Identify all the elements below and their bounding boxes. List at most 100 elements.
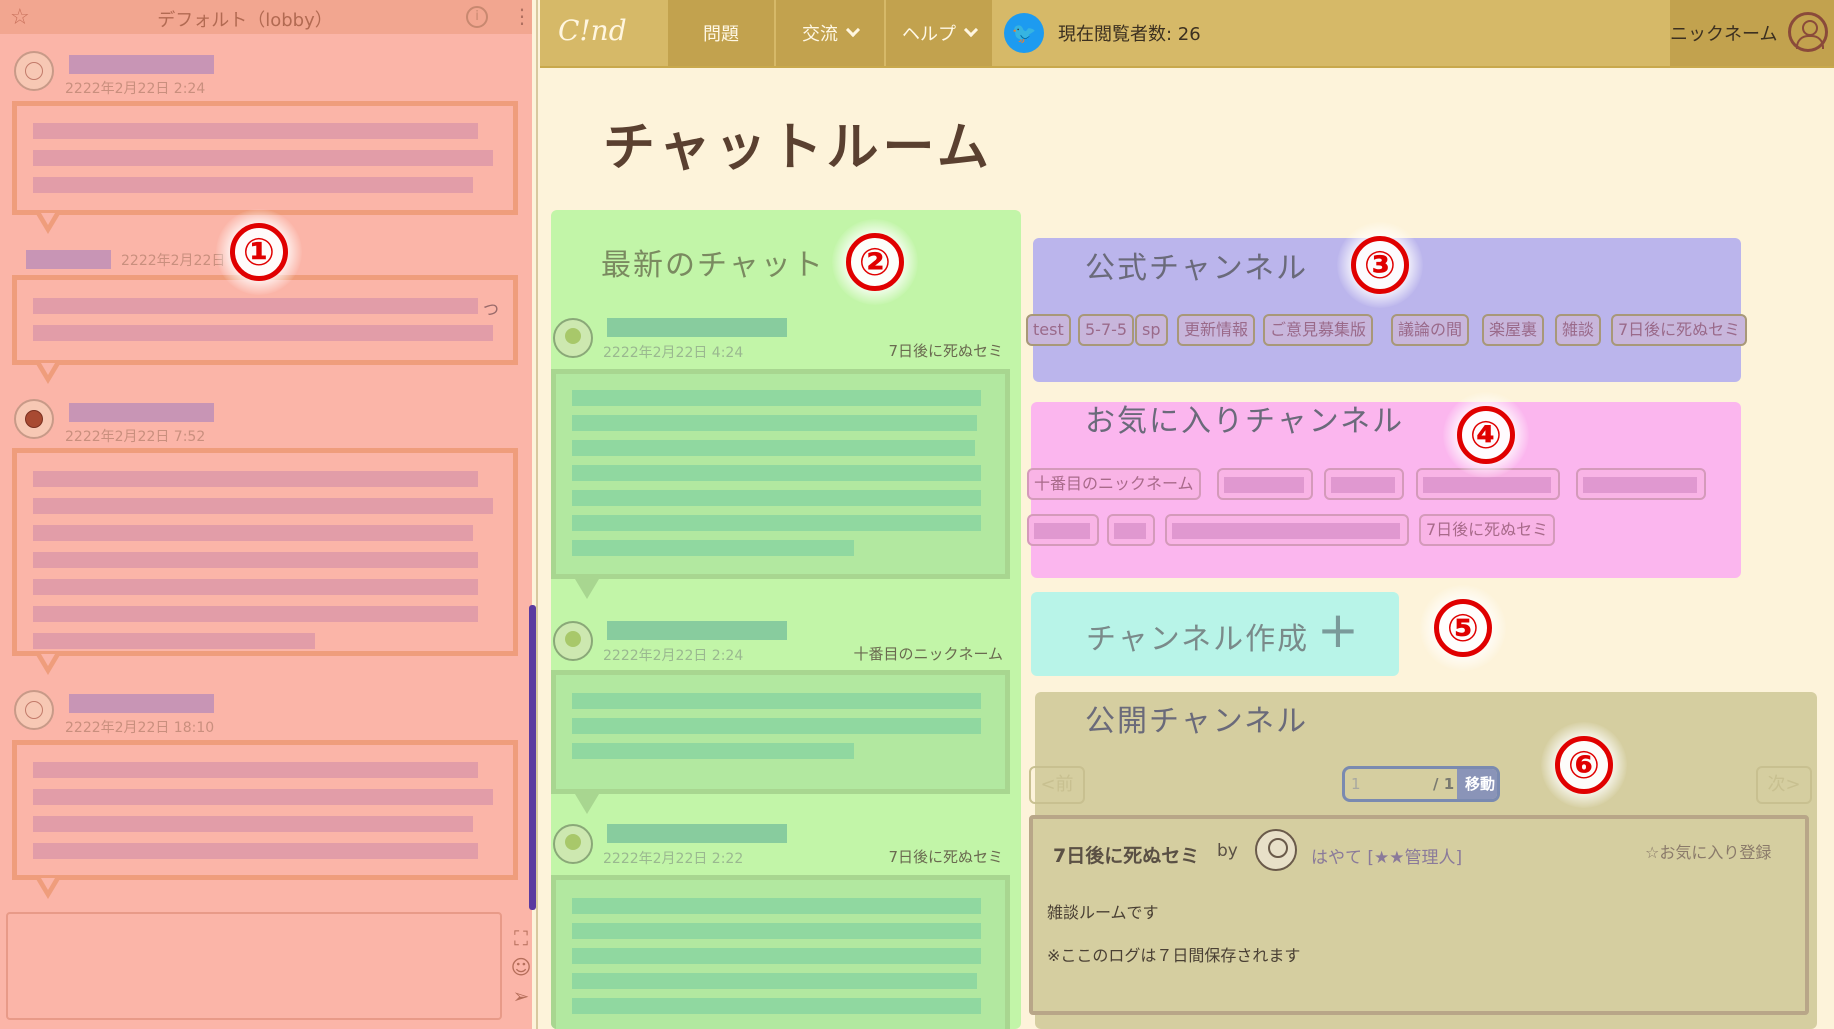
channel-chip[interactable]: 更新情報 — [1177, 314, 1256, 346]
site-logo[interactable]: C!nd — [558, 14, 627, 47]
favorite-channel-chip[interactable] — [1027, 514, 1099, 546]
channel-chip[interactable]: 雑談 — [1555, 314, 1602, 346]
channel-chip[interactable]: ご意見募集版 — [1263, 314, 1374, 346]
bubble-tail — [575, 794, 599, 814]
bubble-tail — [36, 654, 60, 675]
twitter-icon[interactable]: 🐦 — [1004, 13, 1044, 53]
chat-message-meta: 2222年2月22日 18:10 — [14, 689, 494, 736]
nav-help[interactable]: ヘルプ — [886, 0, 994, 66]
info-icon[interactable]: i — [466, 6, 488, 28]
channel-chip[interactable]: 議論の間 — [1391, 314, 1470, 346]
annotation-marker-1: ① — [216, 209, 302, 295]
latest-chat-title: 最新のチャット — [601, 248, 825, 283]
avatar[interactable] — [553, 318, 593, 358]
expand-icon[interactable]: ⛶ — [508, 926, 534, 950]
add-favorite-button[interactable]: ☆お気に入り登録 — [1645, 839, 1771, 863]
chat-panel-header: ☆ デフォルト（lobby） i ⋮ — [0, 0, 532, 34]
nav-label: 交流 — [802, 24, 838, 45]
avatar[interactable] — [1255, 829, 1297, 871]
page-go-button[interactable]: 移動 — [1457, 769, 1497, 799]
favorite-channel-chip[interactable] — [1165, 514, 1409, 546]
prev-page-button[interactable]: <前 — [1029, 766, 1085, 804]
next-page-button[interactable]: 次> — [1756, 766, 1812, 804]
kebab-icon[interactable]: ⋮ — [512, 4, 532, 28]
chat-message-bubble — [12, 448, 518, 656]
channel-description: 雑談ルームです — [1047, 903, 1159, 922]
latest-chat-bubble[interactable] — [551, 369, 1010, 579]
channel-link[interactable]: 7日後に死ぬセミ — [888, 340, 1003, 361]
bubble-tail — [36, 878, 60, 899]
bubble-tail — [575, 579, 599, 599]
channel-author[interactable]: はやて [★★管理人] — [1311, 843, 1462, 868]
avatar[interactable] — [553, 621, 593, 661]
bubble-tail — [36, 213, 60, 234]
message-date: 2222年2月22日 2:24 — [65, 81, 206, 97]
user-name-redacted — [607, 318, 787, 337]
favorite-channel-chip[interactable] — [1576, 468, 1706, 500]
user-name-redacted[interactable] — [69, 694, 214, 713]
channel-link[interactable]: 十番目のニックネーム — [853, 643, 1003, 664]
top-navbar: C!nd 問題 交流 ヘルプ 🐦 現在閲覧者数: 26 ニックネーム — [540, 0, 1834, 68]
avatar[interactable] — [14, 51, 54, 91]
latest-chat-bubble[interactable] — [551, 670, 1010, 794]
user-menu-button[interactable]: ニックネーム — [1670, 0, 1834, 66]
public-channels-panel: 公開チャンネル <前 1 / 1 移動 次> 7日後に死ぬセミ by はやて [… — [1029, 692, 1817, 1029]
chevron-down-icon — [963, 22, 979, 38]
annotation-marker-5: ⑤ — [1420, 585, 1506, 671]
chat-message-meta: 2222年2月22日 2:24 — [14, 50, 494, 97]
message-text-fragment: つ — [483, 300, 500, 319]
user-name-redacted[interactable] — [26, 250, 111, 269]
user-icon — [1788, 12, 1828, 52]
annotation-marker-3: ③ — [1337, 222, 1423, 308]
chevron-down-icon — [845, 22, 861, 38]
viewer-count: 現在閲覧者数: 26 — [1058, 24, 1201, 45]
latest-chat-item-meta[interactable]: 2222年2月22日 2:22 7日後に死ぬセミ — [551, 820, 1021, 870]
public-channels-title: 公開チャンネル — [1085, 704, 1309, 739]
nav-community[interactable]: 交流 — [776, 0, 886, 66]
avatar[interactable] — [553, 824, 593, 864]
nav-problems[interactable]: 問題 — [668, 0, 776, 66]
annotation-marker-4: ④ — [1443, 392, 1529, 478]
latest-chat-item-meta[interactable]: 2222年2月22日 2:24 十番目のニックネーム — [551, 617, 1021, 667]
message-date: 2222年2月22日 4:24 — [603, 345, 744, 361]
send-icon[interactable]: ➢ — [508, 984, 534, 1008]
favorite-channel-chip[interactable] — [1324, 468, 1404, 500]
channel-chip[interactable]: test — [1026, 314, 1071, 346]
avatar[interactable] — [14, 399, 54, 439]
chat-scrollbar[interactable] — [529, 605, 536, 910]
nickname-label: ニックネーム — [1670, 24, 1778, 45]
channel-link[interactable]: 7日後に死ぬセミ — [888, 846, 1003, 867]
create-channel-label: チャンネル作成 — [1086, 622, 1310, 657]
message-date: 2222年2月22日 18:10 — [65, 720, 215, 736]
favorite-channel-chip[interactable]: 7日後に死ぬセミ — [1419, 514, 1556, 546]
annotation-marker-2: ② — [832, 219, 918, 305]
favorite-channel-chip[interactable]: 十番目のニックネーム — [1027, 468, 1201, 500]
favorite-channel-chip[interactable] — [1217, 468, 1313, 500]
latest-chat-panel: 最新のチャット 2222年2月22日 4:24 7日後に死ぬセミ 2222年2月… — [551, 210, 1021, 1029]
avatar[interactable] — [14, 690, 54, 730]
user-name-redacted[interactable] — [69, 403, 214, 422]
user-name-redacted — [607, 824, 787, 843]
page-input[interactable]: 1 — [1351, 775, 1361, 793]
annotation-marker-6: ⑥ — [1541, 722, 1627, 808]
latest-chat-item-meta[interactable]: 2222年2月22日 4:24 7日後に死ぬセミ — [551, 314, 1021, 364]
channel-chip[interactable]: 7日後に死ぬセミ — [1611, 314, 1748, 346]
chat-room-title: デフォルト（lobby） — [157, 10, 333, 31]
channel-chip[interactable]: 5-7-5 — [1078, 314, 1135, 346]
channel-chip[interactable]: 楽屋裏 — [1482, 314, 1545, 346]
channel-chip[interactable]: sp — [1135, 314, 1168, 346]
message-date: 2222年2月22日 — [121, 253, 226, 269]
channel-name[interactable]: 7日後に死ぬセミ — [1053, 841, 1199, 868]
create-channel-button[interactable]: チャンネル作成 + — [1031, 592, 1399, 676]
favorite-channel-chip[interactable] — [1107, 514, 1155, 546]
by-label: by — [1217, 841, 1238, 861]
chat-compose-input[interactable] — [6, 912, 502, 1020]
emoji-icon[interactable]: ☺ — [508, 955, 534, 979]
message-date: 2222年2月22日 2:24 — [603, 648, 744, 664]
public-channel-card[interactable]: 7日後に死ぬセミ by はやて [★★管理人] ☆お気に入り登録 雑談ルームです… — [1029, 815, 1809, 1015]
message-date: 2222年2月22日 2:22 — [603, 851, 744, 867]
official-channels-title: 公式チャンネル — [1085, 251, 1309, 286]
user-name-redacted[interactable] — [69, 55, 214, 74]
lobby-chat-panel: ☆ デフォルト（lobby） i ⋮ 2222年2月22日 2:24 2222年… — [0, 0, 538, 1029]
latest-chat-bubble[interactable] — [551, 875, 1010, 1029]
